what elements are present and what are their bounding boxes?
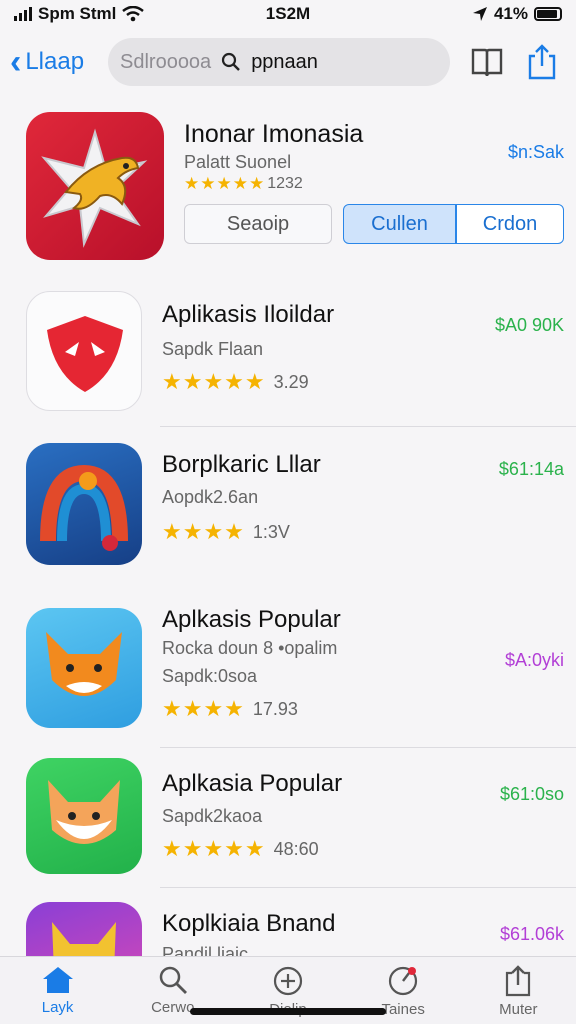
rainbow-icon bbox=[26, 443, 142, 565]
status-bar: Spm Stml 1S2M 41% bbox=[0, 0, 576, 28]
app-row[interactable]: Aplkasia Popular Sapdk2kaoa ★★★★★ 48:60 … bbox=[0, 750, 576, 888]
divider bbox=[160, 747, 576, 748]
app-developer: Sapdk:0soa bbox=[162, 666, 258, 686]
rating-stars: ★★★★★ bbox=[162, 369, 266, 394]
home-indicator bbox=[190, 1008, 386, 1015]
rating: ★★★★ 17.93 bbox=[162, 696, 298, 722]
order-button[interactable]: Crdon bbox=[456, 204, 564, 244]
secondary-button[interactable]: Seaoip bbox=[184, 204, 332, 244]
search-icon bbox=[222, 52, 241, 71]
app-subtitle: Sapdk Flaan bbox=[162, 339, 264, 359]
app-name: Koplkiaia Bnand bbox=[162, 910, 336, 937]
rating: ★★★★★ 3.29 bbox=[162, 369, 309, 395]
app-row[interactable]: Koplkiaia Bnand Pandil liaic $61.06k bbox=[0, 890, 576, 956]
rating-count: 17.93 bbox=[252, 698, 298, 719]
share-icon[interactable] bbox=[526, 43, 558, 81]
featured-app-row[interactable]: Inonar Imonasia Palatt Suonel ★★★★★ 1232… bbox=[0, 100, 576, 272]
fox-icon bbox=[26, 608, 142, 728]
price-label: $61:0so bbox=[499, 784, 564, 804]
rating-count: 3.29 bbox=[273, 371, 309, 392]
price-label: $61.06k bbox=[499, 924, 564, 944]
eagle-icon bbox=[26, 112, 164, 260]
price-label: $A0 90K bbox=[494, 315, 564, 335]
app-row[interactable]: Aplkasis Popular Rocka doun 8 •opalim Sa… bbox=[0, 592, 576, 748]
search-icon bbox=[159, 966, 187, 994]
back-label: Llaap bbox=[25, 48, 85, 75]
rating-stars: ★★★★ bbox=[162, 519, 245, 544]
app-name: Aplikasis Iloildar bbox=[162, 301, 335, 328]
tab-label: Layk bbox=[41, 999, 74, 1016]
wifi-icon bbox=[122, 6, 145, 22]
tab-label: Taines bbox=[381, 1001, 425, 1018]
home-icon bbox=[42, 967, 73, 993]
back-button[interactable]: ‹ Llaap bbox=[10, 45, 100, 79]
rating-stars: ★★★★★ bbox=[162, 836, 266, 861]
rating-count: 1232 bbox=[267, 175, 303, 192]
app-subtitle: Sapdk2kaoa bbox=[162, 806, 263, 826]
price-label: $n:Sak bbox=[507, 142, 564, 162]
app-row[interactable]: Aplikasis Iloildar Sapdk Flaan ★★★★★ 3.2… bbox=[0, 275, 576, 427]
app-name: Inonar Imonasia bbox=[184, 120, 364, 148]
chevron-left-icon: ‹ bbox=[10, 43, 22, 81]
gauge-icon bbox=[389, 966, 418, 996]
rating-count: 1:3V bbox=[252, 521, 290, 542]
price-label: $61:14a bbox=[498, 459, 564, 479]
battery-icon bbox=[534, 7, 562, 21]
app-subtitle: Pandil liaic bbox=[162, 944, 249, 956]
tab-updates[interactable]: Muter bbox=[468, 965, 568, 1018]
app-name: Aplkasia Popular bbox=[162, 770, 343, 797]
fox-icon bbox=[26, 758, 142, 874]
location-icon bbox=[472, 7, 487, 21]
layers-icon bbox=[273, 966, 303, 996]
cat-icon bbox=[26, 902, 142, 956]
price-label: $A:0yki bbox=[504, 650, 564, 670]
app-name: Borplkaric Lllar bbox=[162, 451, 321, 478]
rating: ★★★★★ 48:60 bbox=[162, 836, 319, 862]
clock: 1S2M bbox=[265, 4, 311, 23]
tab-label: Cerwo bbox=[151, 999, 195, 1016]
tab-label: Muter bbox=[499, 1001, 538, 1018]
rating-count: 48:60 bbox=[273, 838, 319, 859]
search-field[interactable]: Sdlrooooa ppnaan bbox=[108, 38, 450, 86]
rating-stars: ★★★★ bbox=[162, 696, 245, 721]
app-subtitle: Aopdk2.6an bbox=[162, 487, 259, 507]
rating: ★★★★★ 1232 bbox=[184, 174, 303, 194]
rating: ★★★★ 1:3V bbox=[162, 519, 290, 545]
get-button[interactable]: Cullen bbox=[343, 204, 456, 244]
rating-stars: ★★★★★ bbox=[184, 174, 266, 193]
download-icon bbox=[506, 965, 531, 997]
book-icon[interactable] bbox=[470, 45, 504, 79]
app-row[interactable]: Borplkaric Lllar Aopdk2.6an ★★★★ 1:3V $6… bbox=[0, 427, 576, 587]
signal-icon bbox=[14, 7, 32, 21]
tab-home[interactable]: Layk bbox=[8, 965, 108, 1016]
search-query: ppnaan bbox=[251, 50, 318, 73]
nav-bar: ‹ Llaap Sdlrooooa ppnaan bbox=[0, 34, 576, 90]
developer-name: Palatt Suonel bbox=[184, 152, 292, 172]
app-subtitle: Rocka doun 8 •opalim bbox=[162, 638, 338, 658]
shield-icon bbox=[26, 291, 142, 411]
divider bbox=[160, 887, 576, 888]
search-placeholder: Sdlrooooa bbox=[120, 50, 212, 73]
carrier-label: Spm Stml bbox=[38, 4, 117, 23]
app-name: Aplkasis Popular bbox=[162, 606, 341, 633]
battery-percent: 41% bbox=[493, 4, 528, 23]
